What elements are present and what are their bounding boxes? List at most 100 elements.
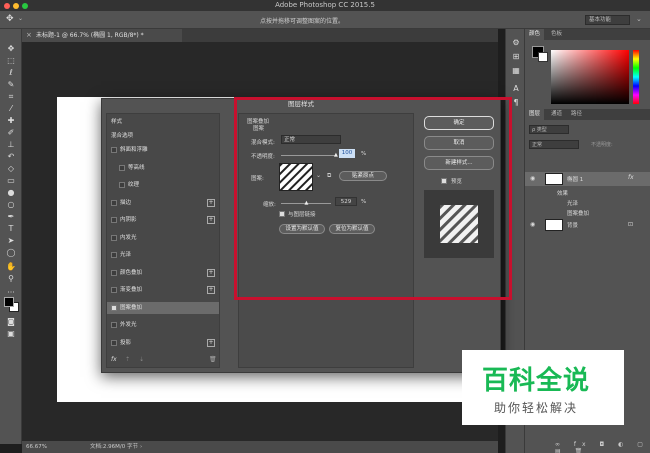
layer-thumbnail xyxy=(545,219,563,231)
style-item-checkbox[interactable] xyxy=(111,147,117,153)
style-item[interactable]: 图案叠加 xyxy=(107,301,219,314)
layer-row-ellipse[interactable]: ◉ 椭圆 1 fx xyxy=(525,172,650,186)
swatches-panel-icon[interactable]: ▦ xyxy=(508,65,524,76)
add-effect-icon[interactable]: + xyxy=(207,338,215,347)
history-panel-icon[interactable]: ⚙ xyxy=(508,37,524,48)
add-effect-icon[interactable]: + xyxy=(207,268,215,277)
blur-tool-icon[interactable]: ● xyxy=(3,187,19,198)
zoom-window-button[interactable] xyxy=(22,3,28,9)
delete-effect-icon[interactable]: 🗑 xyxy=(209,356,217,363)
style-item[interactable]: 颜色叠加 + xyxy=(107,267,219,279)
close-tab-icon[interactable]: × xyxy=(26,29,32,42)
style-item[interactable]: 光泽 xyxy=(107,249,219,261)
style-item[interactable]: 描边 + xyxy=(107,197,219,209)
style-item[interactable]: 内阴影 + xyxy=(107,214,219,226)
style-item[interactable]: 内发光 xyxy=(107,232,219,244)
color-picker-field[interactable] xyxy=(551,50,629,104)
style-item-label: 投影 xyxy=(120,339,132,346)
screen-mode-icon[interactable]: ▣ xyxy=(3,328,19,339)
styles-list: 样式 混合选项 fx ⇡ ⇣ 🗑 斜面和浮雕等高线纹理描边 + 内阴影 + 内发光光泽颜… xyxy=(106,113,220,368)
marquee-tool-icon[interactable]: ⬚ xyxy=(3,55,19,66)
style-item[interactable]: 投影 + xyxy=(107,337,219,349)
style-item-checkbox[interactable] xyxy=(111,234,117,241)
move-down-icon[interactable]: ⇣ xyxy=(139,356,144,363)
shape-tool-icon[interactable]: ◯ xyxy=(3,247,19,258)
panel-background-swatch[interactable] xyxy=(538,52,548,62)
add-effect-icon[interactable]: + xyxy=(207,286,215,294)
style-item-checkbox[interactable] xyxy=(111,199,117,206)
style-item-checkbox[interactable] xyxy=(111,287,117,293)
effects-row[interactable]: 效果 xyxy=(557,189,568,197)
brush-tool-icon[interactable]: ✐ xyxy=(3,127,19,138)
document-tab[interactable]: × 未标题-1 @ 66.7% (椭圆 1, RGB/8*) * xyxy=(22,29,182,42)
style-item-checkbox[interactable] xyxy=(111,269,117,276)
clone-stamp-tool-icon[interactable]: ⊥ xyxy=(3,139,19,150)
healing-brush-tool-icon[interactable]: ✚ xyxy=(3,115,19,126)
layer-panel-footer-icons[interactable]: ∞ fx ◘ ◐ ▢ ▤ 🗑 xyxy=(555,441,650,453)
layer-name[interactable]: 椭圆 1 xyxy=(567,175,583,183)
tab-swatches[interactable]: 色板 xyxy=(547,29,566,40)
history-brush-tool-icon[interactable]: ↶ xyxy=(3,151,19,162)
dodge-tool-icon[interactable]: ○ xyxy=(3,199,19,210)
blend-options-item[interactable]: 混合选项 xyxy=(107,130,219,142)
style-item[interactable]: 等高线 xyxy=(107,162,219,174)
style-item[interactable]: 外发光 xyxy=(107,319,219,331)
character-panel-icon[interactable]: A xyxy=(508,83,524,94)
tab-color[interactable]: 颜色 xyxy=(525,29,545,40)
workspace-chevron-icon[interactable]: ⌄ xyxy=(636,15,642,23)
tab-channels[interactable]: 通道 xyxy=(547,109,566,120)
styles-header[interactable]: 样式 xyxy=(107,116,219,128)
style-item-checkbox[interactable] xyxy=(111,304,117,311)
tool-preset-chevron-icon[interactable]: ⌄ xyxy=(18,15,23,22)
layer-thumbnail xyxy=(545,173,563,185)
eyedropper-tool-icon[interactable]: ⁄ xyxy=(3,103,19,114)
color-panel-tabs: 颜色 色板 xyxy=(525,29,650,40)
style-item-checkbox[interactable] xyxy=(111,252,117,258)
workspace-select[interactable]: 基本功能 xyxy=(585,15,630,25)
add-effect-icon[interactable]: + xyxy=(207,216,215,224)
style-item[interactable]: 斜面和浮雕 xyxy=(107,144,219,156)
gradient-tool-icon[interactable]: ▭ xyxy=(3,175,19,186)
quick-mask-icon[interactable]: ◙ xyxy=(3,316,19,327)
layer-name[interactable]: 背景 xyxy=(567,221,578,229)
move-tool-icon[interactable]: ✥ xyxy=(6,14,14,24)
hand-tool-icon[interactable]: ✋ xyxy=(3,261,19,272)
quick-select-tool-icon[interactable]: ✎ xyxy=(3,79,19,90)
style-item-checkbox[interactable] xyxy=(119,182,125,188)
move-up-icon[interactable]: ⇡ xyxy=(125,356,130,363)
tab-paths[interactable]: 路径 xyxy=(567,109,586,120)
effect-pattern-overlay-row[interactable]: 图案叠加 xyxy=(567,209,589,217)
status-arrow-icon[interactable]: › xyxy=(140,441,142,453)
visibility-eye-icon[interactable]: ◉ xyxy=(530,221,535,228)
tool-presets-icon[interactable]: ⊞ xyxy=(508,51,524,62)
minimize-window-button[interactable] xyxy=(13,3,19,9)
path-selection-tool-icon[interactable]: ➤ xyxy=(3,235,19,246)
foreground-color-swatch[interactable] xyxy=(4,297,14,307)
add-effect-icon[interactable]: + xyxy=(207,198,215,207)
fx-menu-icon[interactable]: fx xyxy=(111,356,117,363)
style-item-checkbox[interactable] xyxy=(111,322,117,328)
effect-satin-row[interactable]: 光泽 xyxy=(567,199,578,207)
style-item-checkbox[interactable] xyxy=(111,217,117,223)
layer-blend-mode-select[interactable]: 正常 xyxy=(529,140,579,149)
style-item[interactable]: 渐变叠加 + xyxy=(107,284,219,296)
tools-panel: ✥ ⬚ ℓ ✎ ⌗ ⁄ ✚ ✐ ⊥ ↶ ◇ ▭ ● ○ ✒ T ➤ ◯ ✋ ⚲ … xyxy=(0,29,22,444)
pen-tool-icon[interactable]: ✒ xyxy=(3,211,19,222)
layer-fx-icon[interactable]: fx xyxy=(628,174,634,181)
move-tool-icon[interactable]: ✥ xyxy=(3,43,19,54)
hue-slider[interactable] xyxy=(633,50,639,104)
zoom-tool-icon[interactable]: ⚲ xyxy=(3,273,19,284)
eraser-tool-icon[interactable]: ◇ xyxy=(3,163,19,174)
close-window-button[interactable] xyxy=(4,3,10,9)
layer-row-background[interactable]: ◉ 背景 ⊡ xyxy=(525,218,650,232)
visibility-eye-icon[interactable]: ◉ xyxy=(530,175,535,182)
layer-kind-filter[interactable]: ρ 类型 xyxy=(529,125,569,134)
crop-tool-icon[interactable]: ⌗ xyxy=(3,91,19,102)
style-item[interactable]: 纹理 xyxy=(107,179,219,191)
lasso-tool-icon[interactable]: ℓ xyxy=(3,67,19,78)
style-item-checkbox[interactable] xyxy=(111,339,117,346)
zoom-level[interactable]: 66.67% xyxy=(26,441,47,453)
type-tool-icon[interactable]: T xyxy=(3,223,19,234)
tab-layers[interactable]: 图层 xyxy=(525,109,545,120)
style-item-checkbox[interactable] xyxy=(119,164,125,171)
